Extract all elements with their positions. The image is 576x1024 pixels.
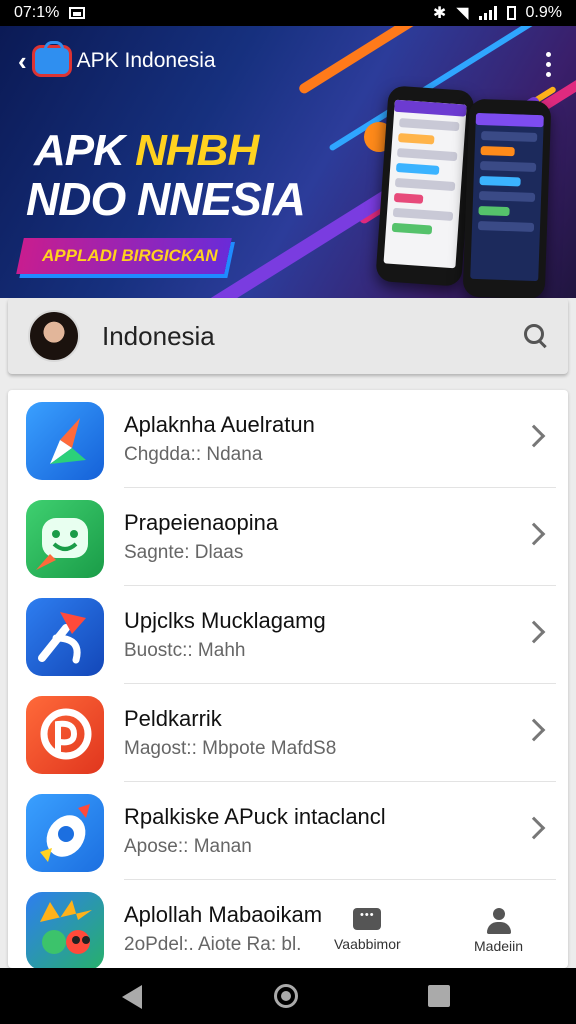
battery-icon — [506, 6, 516, 20]
recents-icon[interactable] — [428, 985, 450, 1007]
app-title: Prapeienaopina — [124, 510, 279, 535]
app-subtitle: Magost:: Mbpote MafdS8 — [124, 738, 337, 759]
status-time: 07:1% — [14, 4, 60, 21]
battery-percent: 0.9% — [525, 4, 562, 21]
app-title: Upjclks Mucklagamg — [124, 608, 326, 633]
p-icon — [26, 696, 104, 774]
list-item[interactable]: Aplaknha Auelratun Chgdda:: Ndana — [8, 390, 568, 488]
chevron-right-icon — [522, 522, 546, 546]
status-bar: 07:1% ✱ ◥ 0.9% — [0, 0, 576, 26]
avatar[interactable] — [28, 310, 80, 362]
phone-mockup-right — [462, 98, 552, 298]
chevron-right-icon — [522, 816, 546, 840]
bottom-nav-messages[interactable]: Vaabbimor — [334, 908, 401, 952]
app-title: Aplaknha Auelratun — [124, 412, 315, 437]
app-subtitle: Chgdda:: Ndana — [124, 444, 263, 465]
app-logo-icon — [34, 41, 69, 74]
wifi-icon: ◥ — [456, 5, 469, 22]
chevron-right-icon — [522, 620, 546, 644]
banner-headline-line2: NDO NNESIA — [26, 173, 306, 225]
search-bar[interactable]: Indonesia — [8, 298, 568, 374]
signal-icon — [478, 6, 497, 20]
banner-headline-line1: APK NHBH — [34, 126, 259, 175]
list-item[interactable]: Upjclks Mucklagamg Buostc:: Mahh — [8, 586, 568, 684]
bottom-nav-profile[interactable]: Madeiin — [474, 908, 523, 954]
back-icon[interactable] — [122, 985, 142, 1009]
search-input[interactable]: Indonesia — [102, 321, 215, 352]
promo-banner: ‹ APK Indonesia APK NHBH NDO NNESIA APPL… — [0, 26, 576, 298]
app-subtitle: Apose:: Manan — [124, 836, 252, 857]
list-item[interactable]: Prapeienaopina Sagnte: Dlaas — [8, 488, 568, 586]
phone-mockup-left — [375, 85, 475, 287]
list-item[interactable]: Rpalkiske APuck intaclancl Apose:: Manan — [8, 782, 568, 880]
overflow-menu-icon[interactable] — [546, 52, 552, 77]
rocket-icon — [26, 794, 104, 872]
app-subtitle: 2oPdel:. Aiote Ra: bl. — [124, 934, 302, 955]
chevron-right-icon — [522, 718, 546, 742]
app-subtitle: Sagnte: Dlaas — [124, 542, 244, 563]
app-subtitle: Buostc:: Mahh — [124, 640, 246, 661]
app-title: Aplollah Mabaoikam — [124, 902, 323, 927]
app-title: Peldkarrik — [124, 706, 222, 731]
arrow-icon — [26, 598, 104, 676]
system-nav-bar — [0, 968, 576, 1024]
monster-icon — [26, 892, 104, 968]
image-notification-icon — [69, 7, 86, 19]
compass-icon — [26, 402, 104, 480]
app-title: APK Indonesia — [76, 49, 216, 72]
app-title: Rpalkiske APuck intaclancl — [124, 804, 386, 829]
bottom-nav-label: Madeiin — [474, 938, 524, 954]
bottom-nav-label: Vaabbimor — [334, 936, 401, 952]
search-icon[interactable] — [524, 324, 544, 344]
back-arrow-icon[interactable]: ‹ — [18, 48, 27, 74]
list-item[interactable]: Peldkarrik Magost:: Mbpote MafdS8 — [8, 684, 568, 782]
home-icon[interactable] — [274, 984, 298, 1008]
smiley-icon — [26, 500, 104, 578]
bluetooth-icon: ✱ — [432, 5, 447, 22]
banner-tagline: APPLADI BIRGICKAN — [42, 246, 218, 265]
chat-icon — [353, 908, 382, 930]
chevron-right-icon — [522, 424, 546, 448]
person-icon — [486, 908, 512, 934]
app-list: Aplaknha Auelratun Chgdda:: Ndana Prapei… — [8, 390, 568, 968]
